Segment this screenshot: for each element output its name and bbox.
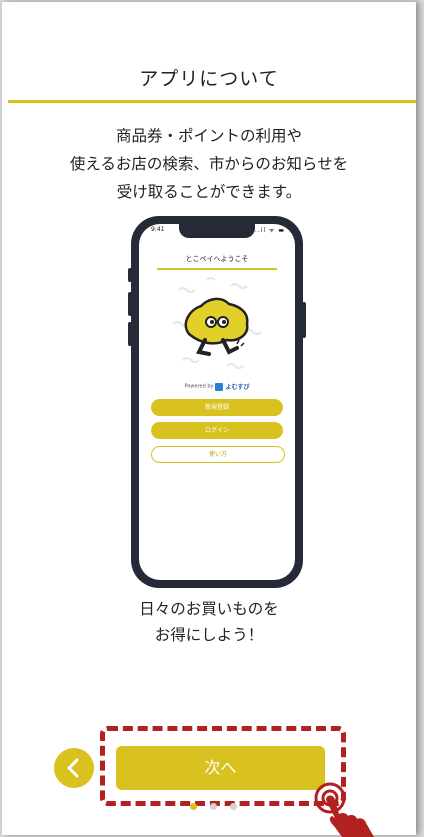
phone-side-button [128, 292, 132, 316]
phone-side-button [302, 302, 306, 338]
chevron-left-icon [67, 758, 79, 778]
title-divider [8, 100, 416, 103]
mock-login-button: ログイン [151, 422, 283, 439]
welcome-title: とこペイへようこそ [185, 255, 249, 263]
description-line: 商品券・ポイントの利用や [115, 127, 302, 145]
phone-screen: 9:41 ..il ᯤ ▬ とこペイへようこそ Powered by よむすび … [139, 224, 295, 580]
phone-side-button [128, 268, 132, 282]
brand-logo-icon [215, 382, 224, 391]
mascot-illustration [172, 277, 262, 369]
tagline-line: 日々のお買いものを [139, 600, 279, 618]
description-line: 使えるお店の検索、市からのお知らせを [69, 155, 349, 173]
phone-notch [179, 224, 255, 238]
page-dot [210, 803, 217, 810]
mock-howto-button: 使い方 [151, 446, 285, 463]
mock-register-button: 新規登録 [151, 399, 283, 416]
page-title: アプリについて [139, 68, 279, 90]
tap-hand-icon [314, 782, 374, 837]
powered-by: Powered by よむすび [139, 382, 295, 391]
powered-by-brand: よむすび [225, 384, 250, 391]
page-dot-active [190, 803, 197, 810]
page-dot [230, 803, 237, 810]
description: 商品券・ポイントの利用や 使えるお店の検索、市からのお知らせを 受け取ることがで… [2, 122, 416, 206]
phone-side-button [128, 322, 132, 346]
tagline: 日々のお買いものを お得にしよう！ [2, 596, 416, 648]
back-button[interactable] [54, 748, 94, 788]
welcome-divider [157, 268, 277, 270]
tagline-line: お得にしよう！ [154, 626, 264, 644]
powered-by-text: Powered by [184, 383, 214, 390]
description-line: 受け取ることができます。 [116, 183, 302, 201]
phone-mockup: 9:41 ..il ᯤ ▬ とこペイへようこそ Powered by よむすび … [128, 216, 306, 588]
status-icons: ..il ᯤ ▬ [254, 227, 285, 234]
onboarding-screen: アプリについて 商品券・ポイントの利用や 使えるお店の検索、市からのお知らせを … [2, 2, 416, 837]
status-time: 9:41 [151, 226, 165, 233]
